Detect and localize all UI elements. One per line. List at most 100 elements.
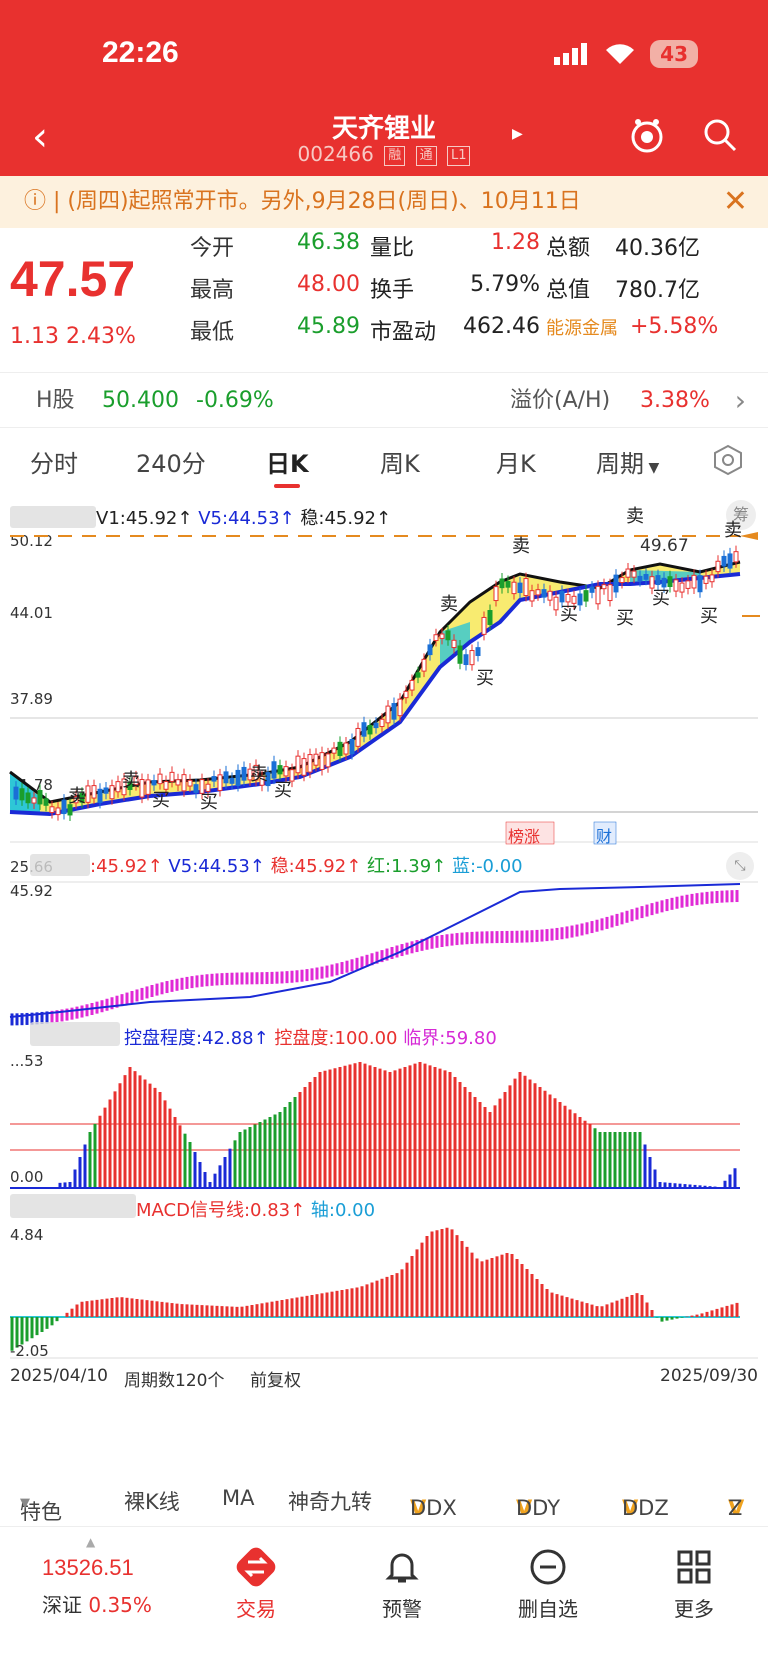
buy-marker: 买 <box>652 588 670 609</box>
candle-body <box>475 647 481 657</box>
candle-body <box>151 780 157 786</box>
sub2-legend: 控盘程度:42.88↑ 控盘度:100.00 临界:59.80 <box>124 1024 497 1050</box>
candle-body <box>697 575 703 593</box>
candle-body <box>415 672 421 678</box>
more-button[interactable]: 更多 <box>644 1547 744 1622</box>
candle-body <box>721 555 727 567</box>
tab-daily-k[interactable]: 日K <box>266 444 309 479</box>
tab-intraday[interactable]: 分时 <box>30 444 78 479</box>
wifi-icon <box>606 44 635 64</box>
play-icon[interactable]: ▶ <box>512 126 523 142</box>
grid-icon <box>677 1550 711 1584</box>
buy-marker: 买 <box>616 608 634 629</box>
candle-body <box>517 582 523 594</box>
h-share-change: -0.69% <box>196 388 274 413</box>
candle-body <box>553 596 559 611</box>
legend-red: 红:1.39↑ <box>367 856 447 877</box>
candle-body <box>295 755 301 774</box>
candle-body <box>601 584 607 590</box>
candle-body <box>97 788 103 803</box>
candle-body <box>301 758 307 776</box>
tab-monthly-k[interactable]: 月K <box>496 444 536 479</box>
tab-period[interactable]: 周期 ▼ <box>596 444 659 479</box>
sell-marker: 卖 <box>440 594 458 615</box>
toolbar-naked-k[interactable]: 裸K线 <box>124 1486 180 1516</box>
tab-240min[interactable]: 240分 <box>136 444 206 479</box>
low-value: 45.89 <box>297 314 360 339</box>
candle-body <box>463 654 469 666</box>
search-icon[interactable] <box>702 117 738 153</box>
candle-body <box>223 771 229 784</box>
market-cap-value: 780.7亿 <box>615 278 700 303</box>
candle-body <box>505 580 511 588</box>
candle-body <box>187 779 193 787</box>
sell-marker: 卖 <box>122 770 140 791</box>
candle-body <box>397 698 403 717</box>
settings-hex-icon[interactable] <box>712 444 744 476</box>
market-notice[interactable]: ⓘ | (周四)起照常开市。另外,9月28日(周日)、10月11日 ✕ <box>0 176 768 228</box>
premium-label: 溢价(A/H) <box>510 388 611 413</box>
candle-body <box>619 577 625 583</box>
candle-body <box>145 779 151 795</box>
caret-down-icon: ▼ <box>644 460 660 476</box>
candle-body <box>277 765 283 775</box>
legend-macd-signal: MACD信号线:0.83↑ <box>136 1200 306 1221</box>
market-cap-label: 总值 <box>546 278 591 303</box>
quote-row: 最高 48.00 换手 5.79% 总值 780.7亿 <box>190 272 760 304</box>
candle-body <box>451 639 457 649</box>
low-label: 最低 <box>190 320 235 345</box>
buy-marker: 买 <box>152 790 170 811</box>
volume-ratio-value: 1.28 <box>491 230 540 255</box>
trade-button[interactable]: 交易 <box>206 1547 306 1622</box>
candle-body <box>511 581 517 595</box>
sector-label[interactable]: 能源金属 <box>540 314 630 346</box>
index-label[interactable]: 深证 0.35% <box>42 1589 152 1618</box>
trade-icon <box>236 1547 276 1587</box>
candle-body <box>31 797 37 804</box>
tab-weekly-k[interactable]: 周K <box>380 444 420 479</box>
h-share-row[interactable]: H股 50.400 -0.69% 溢价(A/H) 3.38% › <box>0 372 768 428</box>
candle-body <box>595 585 601 605</box>
legend-threshold: 临界:59.80 <box>403 1028 497 1049</box>
close-icon[interactable]: ✕ <box>723 176 748 228</box>
candle-body <box>109 785 115 800</box>
candle-body <box>49 806 55 813</box>
kline-chart-area[interactable]: V1:45.92↑ V5:44.53↑ 稳:45.92↑ 筹 50.12 44.… <box>0 492 768 1450</box>
status-icons: 43 <box>554 40 698 68</box>
h-share-label: H股 <box>36 388 75 413</box>
candle-body <box>337 741 343 756</box>
assistant-icon[interactable] <box>628 116 666 154</box>
candle-body <box>25 792 31 804</box>
period-count: 周期数120个 <box>124 1371 225 1391</box>
bottom-bar: ▲ 13526.51 深证 0.35% 交易 预警 删自选 更多 <box>0 1526 768 1670</box>
last-price: 47.57 <box>10 251 136 307</box>
sub2-y-top: ...53 <box>10 1052 44 1070</box>
blurred-region <box>10 1194 136 1218</box>
candle-body <box>589 586 595 593</box>
toolbar-magic-nine[interactable]: 神奇九转 <box>288 1486 372 1516</box>
alert-button[interactable]: 预警 <box>352 1547 452 1622</box>
sector-change: +5.58% <box>630 314 719 339</box>
legend-axis: 轴:0.00 <box>310 1200 376 1221</box>
index-value[interactable]: 13526.51 <box>42 1555 134 1581</box>
candle-body <box>373 722 379 729</box>
expand-icon[interactable]: ⤡ <box>726 852 754 880</box>
price-pointer-icon <box>740 532 758 540</box>
candle-body <box>541 589 547 598</box>
blurred-region <box>30 1022 120 1046</box>
event-tag-limit-up[interactable]: 榜涨 <box>508 823 540 847</box>
remove-watchlist-button[interactable]: 删自选 <box>498 1547 598 1622</box>
level-tag: L1 <box>446 146 471 166</box>
candle-body <box>361 722 367 737</box>
pe-label: 市盈动 <box>370 320 437 345</box>
ribbon-yellow <box>10 562 740 814</box>
event-tag-finance[interactable]: 财 <box>596 823 612 847</box>
candle-body <box>139 779 145 798</box>
period-tabs: 分时 240分 日K 周K 月K 周期 ▼ <box>0 430 768 492</box>
legend-a: :45.92↑ <box>90 856 163 877</box>
toolbar-ma[interactable]: MA <box>222 1486 254 1510</box>
legend-control-degree: 控盘度:100.00 <box>274 1028 398 1049</box>
candle-body <box>391 703 397 720</box>
adjust-mode[interactable]: 前复权 <box>250 1366 301 1391</box>
trade-label: 交易 <box>236 1597 276 1621</box>
